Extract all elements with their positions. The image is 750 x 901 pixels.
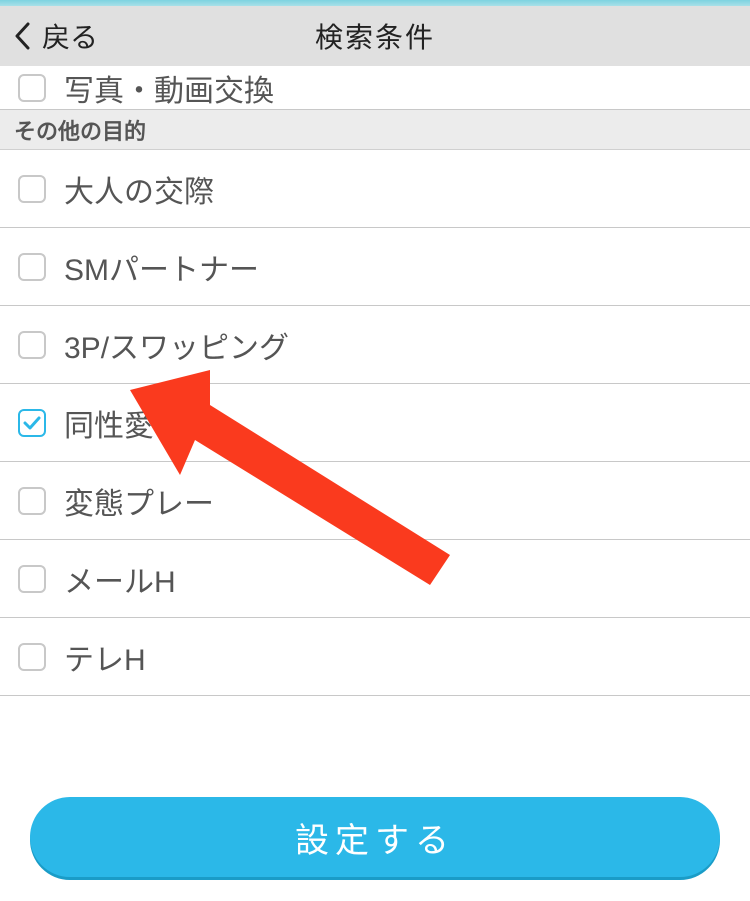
list-item[interactable]: SMパートナー (0, 228, 750, 306)
list-item[interactable]: テレH (0, 618, 750, 696)
section-header: その他の目的 (0, 110, 750, 150)
list-item[interactable]: 同性愛 (0, 384, 750, 462)
checkbox-icon[interactable] (18, 409, 46, 437)
checkbox-icon[interactable] (18, 643, 46, 671)
list-item-label: テレH (64, 635, 146, 679)
back-label[interactable]: 戻る (42, 16, 98, 56)
list-item[interactable]: メールH (0, 540, 750, 618)
header-bar: 戻る 検索条件 (0, 6, 750, 66)
list-item[interactable]: 3P/スワッピング (0, 306, 750, 384)
checkbox-icon[interactable] (18, 331, 46, 359)
list-item-label: 写真・動画交換 (64, 66, 274, 110)
checkbox-icon[interactable] (18, 253, 46, 281)
submit-button[interactable]: 設定する (30, 797, 720, 877)
checkbox-icon[interactable] (18, 565, 46, 593)
checkbox-icon[interactable] (18, 74, 46, 102)
checkbox-icon[interactable] (18, 175, 46, 203)
list-item-label: 3P/スワッピング (64, 323, 289, 367)
list-item-label: 変態プレー (64, 479, 214, 523)
checkbox-icon[interactable] (18, 487, 46, 515)
page-title: 検索条件 (315, 16, 435, 56)
list-item-label: SMパートナー (64, 245, 259, 289)
list-item-label: 大人の交際 (64, 167, 214, 211)
list-item[interactable]: 変態プレー (0, 462, 750, 540)
list-item-partial[interactable]: 写真・動画交換 (0, 66, 750, 110)
list-item-label: メールH (64, 557, 176, 601)
back-chevron-icon[interactable] (14, 22, 30, 50)
list-item[interactable]: 大人の交際 (0, 150, 750, 228)
list-item-label: 同性愛 (64, 401, 154, 445)
